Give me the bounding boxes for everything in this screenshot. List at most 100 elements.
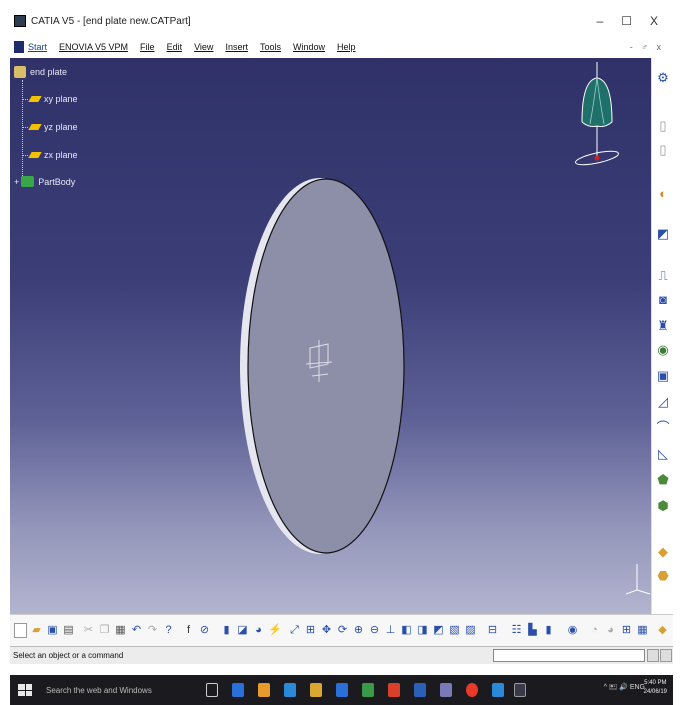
rib-icon[interactable]: ♜ xyxy=(655,318,671,334)
formula-icon[interactable]: f xyxy=(182,623,195,638)
menu-file[interactable]: File xyxy=(140,42,155,52)
redo-icon[interactable]: ↷ xyxy=(146,623,159,638)
whats-this-icon[interactable]: ? xyxy=(162,623,175,638)
disc-face xyxy=(247,178,405,554)
slot-icon[interactable]: ◉ xyxy=(655,342,671,358)
menu-edit[interactable]: Edit xyxy=(167,42,183,52)
print-icon[interactable]: ▤ xyxy=(62,623,75,638)
document-window-controls[interactable]: - ♂ x xyxy=(630,42,670,52)
capture-icon[interactable]: ◉ xyxy=(566,623,579,638)
pan-icon[interactable]: ✥ xyxy=(320,623,333,638)
new-icon[interactable] xyxy=(14,623,27,638)
3d-viewport[interactable]: end plate xy plane yz plane zx plane + P… xyxy=(10,58,651,614)
groove-icon[interactable]: ⎍ xyxy=(655,268,671,284)
loft-icon[interactable]: ◿ xyxy=(655,394,671,410)
open-icon[interactable]: ▰ xyxy=(30,623,43,638)
window-controls: – ☐ X xyxy=(597,14,670,28)
maximize-button[interactable]: ☐ xyxy=(621,14,632,28)
windows-taskbar: Search the web and Windows ^ 🖭 🔊 ENG 5:4… xyxy=(10,675,673,705)
cut-part-icon[interactable]: ⊟ xyxy=(486,623,499,638)
opera-icon[interactable] xyxy=(466,683,478,697)
zoom-in-icon[interactable]: ⊕ xyxy=(352,623,365,638)
command-ok-button[interactable] xyxy=(647,649,659,662)
menu-enovia[interactable]: ENOVIA V5 VPM xyxy=(59,42,128,52)
hole-icon[interactable]: ◙ xyxy=(655,292,671,308)
shaft-icon[interactable]: ◩ xyxy=(655,226,671,242)
explorer-icon[interactable] xyxy=(232,683,244,697)
fly-mode-icon[interactable]: ⤢ xyxy=(288,623,301,638)
catia-cube-icon[interactable]: ◆ xyxy=(656,623,669,638)
menu-bar: Start ENOVIA V5 VPM File Edit View Inser… xyxy=(10,36,670,58)
save-icon[interactable]: ▣ xyxy=(46,623,59,638)
command-cancel-button[interactable] xyxy=(660,649,672,662)
pocket-icon[interactable]: ◐ xyxy=(655,186,671,202)
measure-icon[interactable]: ▮ xyxy=(220,623,233,638)
draft-icon[interactable]: ⬟ xyxy=(655,472,671,488)
stiffener-icon[interactable]: ▣ xyxy=(655,368,671,384)
knowledge-icon[interactable]: ⊘ xyxy=(198,623,211,638)
windows-start-icon[interactable] xyxy=(18,684,32,696)
lighting-icon[interactable]: ▮ xyxy=(542,623,555,638)
hide-icon[interactable]: ☷ xyxy=(510,623,523,638)
menu-tools[interactable]: Tools xyxy=(260,42,281,52)
chrome-icon[interactable] xyxy=(310,683,322,697)
chamfer-icon[interactable]: ◺ xyxy=(655,446,671,462)
copy-icon[interactable]: ❐ xyxy=(98,623,111,638)
menu-window[interactable]: Window xyxy=(293,42,325,52)
taskbar-search-input[interactable]: Search the web and Windows xyxy=(46,686,206,695)
paste-icon[interactable]: ▦ xyxy=(114,623,127,638)
table-icon[interactable]: ⊞ xyxy=(620,623,633,638)
catia-app-icon xyxy=(14,15,26,27)
swap-visible-space-icon[interactable]: ▧ xyxy=(448,623,461,638)
menu-start[interactable]: Start xyxy=(28,42,47,52)
store-icon[interactable] xyxy=(336,683,348,697)
window-title: CATIA V5 - [end plate new.CATPart] xyxy=(31,15,191,27)
quick-view-icon[interactable]: ◧ xyxy=(400,623,413,638)
shell-icon[interactable]: ⬢ xyxy=(655,498,671,514)
bottom-toolbar: ▰ ▣ ▤ ✂ ❐ ▦ ↶ ↷ ? f ⊘ ▮ ◪ ◕ ⚡ ⤢ ⊞ ✥ ⟳ ⊕ … xyxy=(10,614,673,646)
analysis-icon[interactable]: ▦ xyxy=(636,623,649,638)
status-bar: Select an object or a command xyxy=(10,646,673,664)
shading-icon[interactable]: ◨ xyxy=(416,623,429,638)
powerpoint-icon[interactable] xyxy=(388,683,400,697)
task-view-icon[interactable] xyxy=(206,683,218,697)
taskbar-clock[interactable]: 5:40 PM 24/06/19 xyxy=(644,679,667,697)
onenote-icon[interactable] xyxy=(440,683,452,697)
compass-icon[interactable] xyxy=(570,62,630,172)
zoom-out-icon[interactable]: ⊖ xyxy=(368,623,381,638)
skype-icon[interactable] xyxy=(492,683,504,697)
menu-view[interactable]: View xyxy=(194,42,213,52)
system-tray[interactable]: ^ 🖭 🔊 ENG xyxy=(604,683,645,694)
render-icon[interactable]: ◔ xyxy=(588,623,601,638)
menu-help[interactable]: Help xyxy=(337,42,356,52)
material-icon[interactable]: ⬣ xyxy=(655,568,671,584)
word-icon[interactable] xyxy=(414,683,426,697)
minimize-button[interactable]: – xyxy=(597,14,604,28)
fit-all-icon[interactable]: ⊞ xyxy=(304,623,317,638)
hide-show-icon[interactable]: ◩ xyxy=(432,623,445,638)
catalog-icon[interactable]: ◕ xyxy=(252,623,265,638)
environment-icon[interactable]: ◕ xyxy=(604,623,617,638)
close-button[interactable]: X xyxy=(650,14,658,28)
rotate-icon[interactable]: ⟳ xyxy=(336,623,349,638)
fillet-icon[interactable]: ⌒ xyxy=(655,420,671,436)
thickness-icon[interactable]: ◆ xyxy=(655,544,671,560)
menu-insert[interactable]: Insert xyxy=(225,42,248,52)
undo-icon[interactable]: ↶ xyxy=(130,623,143,638)
view-mode-icon[interactable]: ▨ xyxy=(464,623,477,638)
exit-workbench-icon[interactable]: ▯ xyxy=(655,118,671,134)
layer-icon[interactable]: ▙ xyxy=(526,623,539,638)
excel-icon[interactable] xyxy=(362,683,374,697)
screen: CATIA V5 - [end plate new.CATPart] – ☐ X… xyxy=(0,0,680,705)
firefox-icon[interactable] xyxy=(258,683,270,697)
cut-icon[interactable]: ✂ xyxy=(82,623,95,638)
catia-taskbar-icon[interactable] xyxy=(514,683,526,697)
normal-view-icon[interactable]: ⊥ xyxy=(384,623,397,638)
edge-icon[interactable] xyxy=(284,683,296,697)
pad-icon[interactable]: ▯ xyxy=(655,142,671,158)
sketcher-icon[interactable]: ⚙ xyxy=(655,70,671,86)
command-input[interactable] xyxy=(493,649,645,662)
end-plate-disc[interactable] xyxy=(10,58,651,614)
apply-material-icon[interactable]: ◪ xyxy=(236,623,249,638)
update-icon[interactable]: ⚡ xyxy=(268,623,282,638)
